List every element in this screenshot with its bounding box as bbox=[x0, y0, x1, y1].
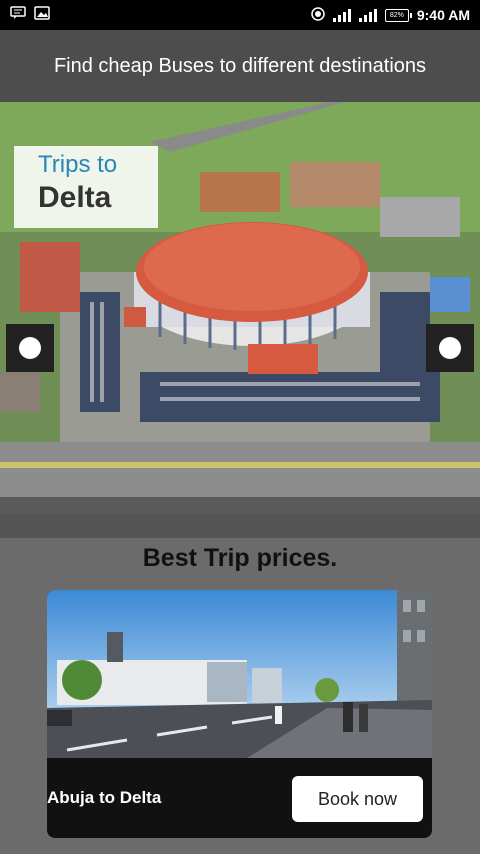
gallery-icon bbox=[34, 5, 50, 25]
header-title: Find cheap Buses to different destinatio… bbox=[53, 54, 427, 77]
chevron-right-icon bbox=[429, 325, 461, 359]
status-bar: 82% 9:40 AM bbox=[0, 0, 480, 30]
chevron-left-icon bbox=[8, 325, 41, 359]
trip-route: Abuja to Delta bbox=[47, 788, 162, 807]
signal-icon-2 bbox=[358, 8, 377, 22]
book-now-button[interactable]: Book now bbox=[292, 776, 423, 822]
app-header: Find cheap Buses to different destinatio… bbox=[0, 30, 480, 102]
hero-caption-line1: Trips to bbox=[38, 151, 118, 178]
status-right: 82% 9:40 AM bbox=[311, 6, 470, 24]
bus-terminal-image bbox=[47, 590, 432, 758]
section-title: Best Trip prices. bbox=[142, 544, 338, 572]
hero-caption: Trips to Delta bbox=[14, 146, 158, 228]
hero-carousel[interactable]: Trips to Delta bbox=[0, 102, 480, 514]
hero-caption-destination: Delta bbox=[38, 181, 112, 214]
status-time: 9:40 AM bbox=[416, 7, 470, 23]
signal-icon bbox=[332, 8, 351, 22]
carousel-prev-button[interactable] bbox=[6, 324, 54, 372]
data-saver-icon bbox=[311, 6, 325, 24]
carousel-next-button[interactable] bbox=[426, 324, 474, 372]
trip-card[interactable]: Abuja to Delta Book now bbox=[47, 590, 432, 838]
section-divider bbox=[0, 514, 480, 538]
message-icon bbox=[10, 5, 26, 25]
status-left bbox=[10, 5, 50, 25]
battery-icon: 82% bbox=[384, 8, 412, 22]
